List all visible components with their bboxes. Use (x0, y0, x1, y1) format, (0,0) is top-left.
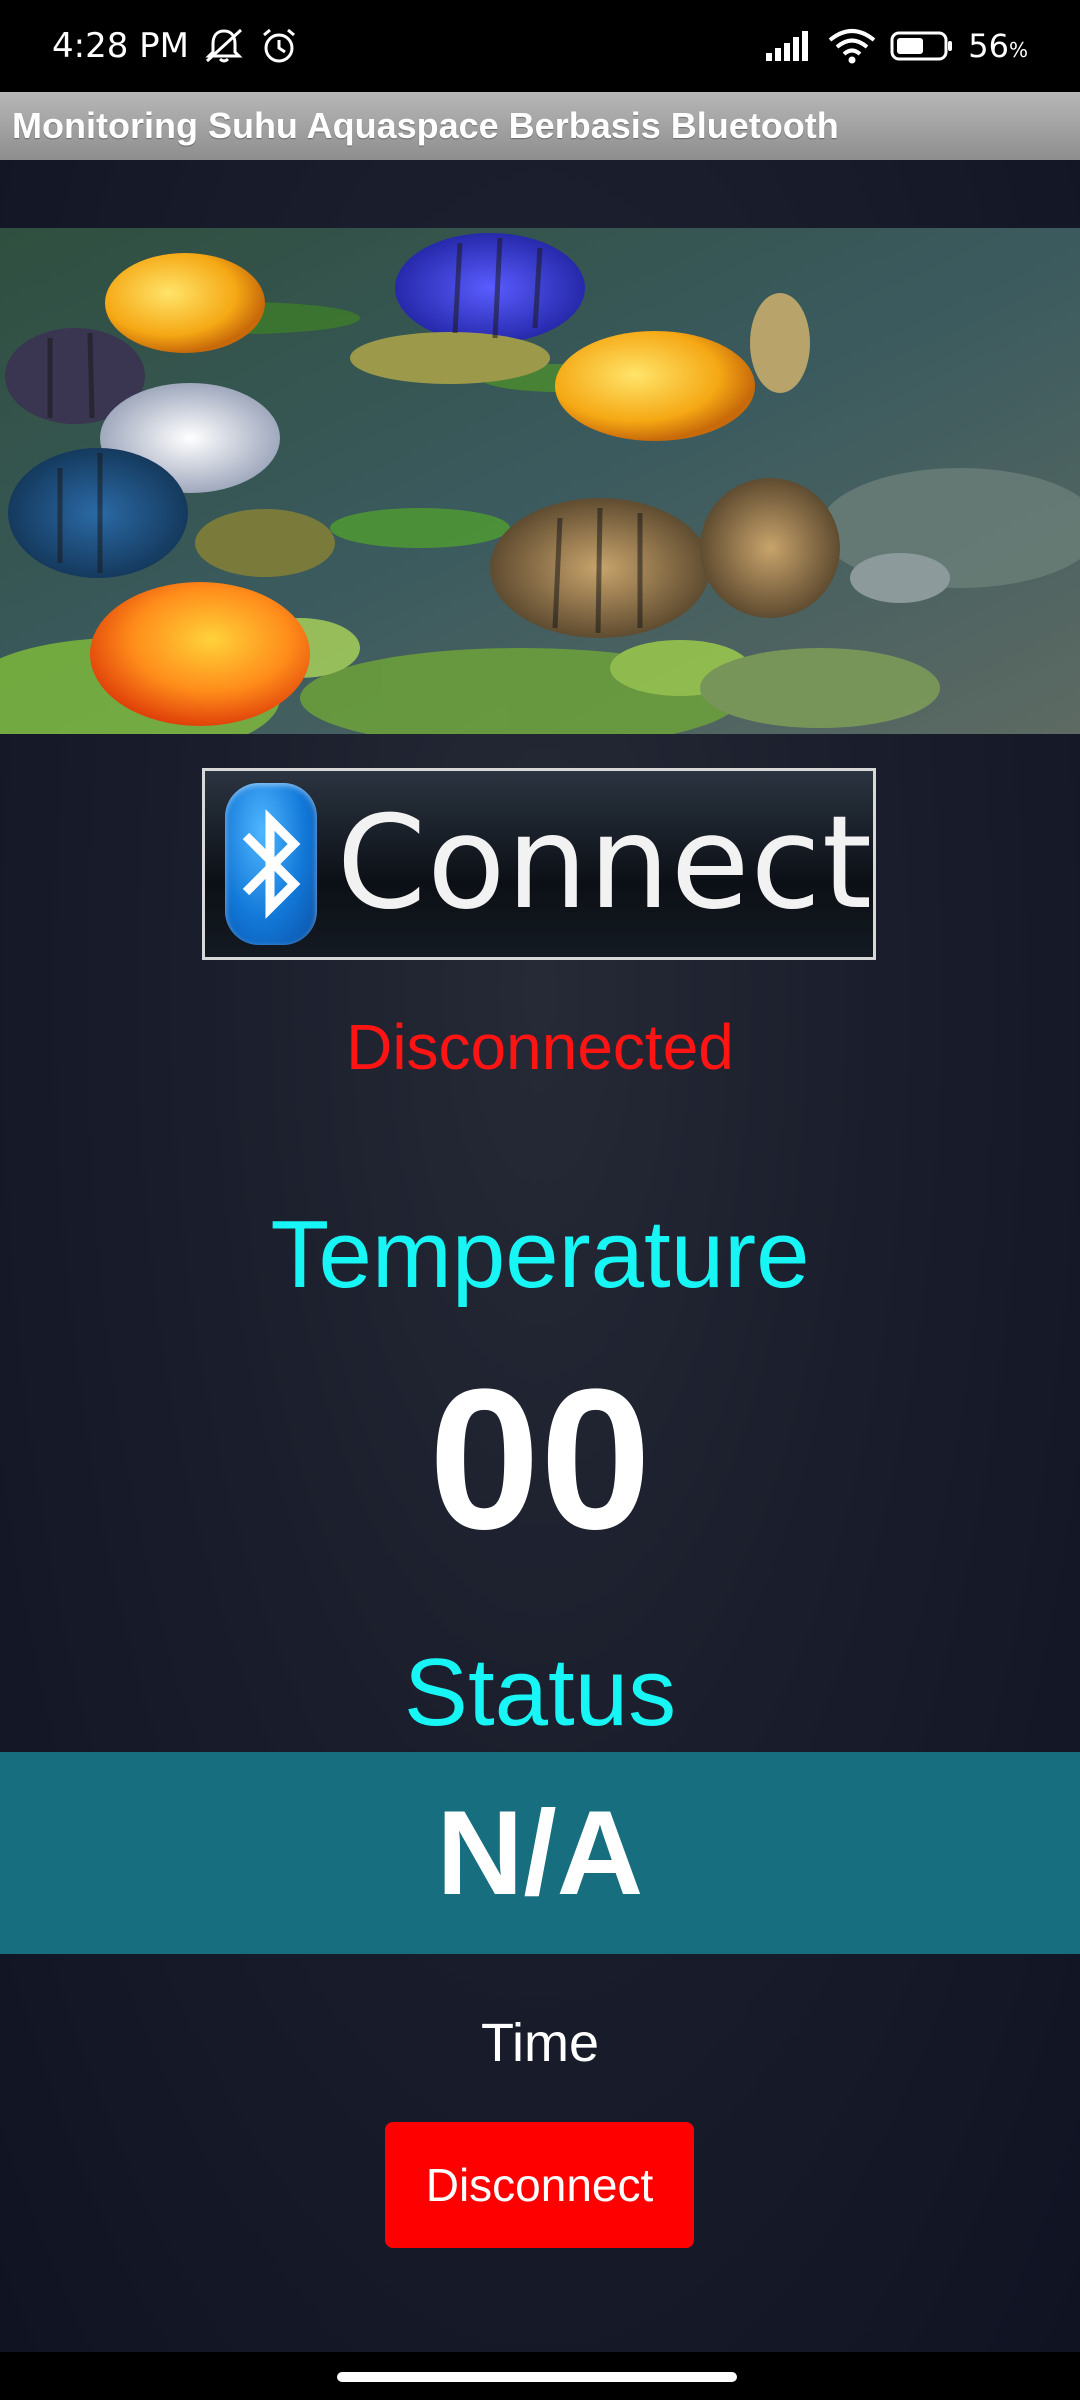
home-indicator[interactable] (337, 2372, 737, 2382)
signal-icon (764, 29, 814, 63)
status-band: N/A (0, 1752, 1080, 1954)
status-label: Status (403, 1639, 677, 1746)
alarm-icon (259, 26, 299, 66)
connect-button-label: Connect (336, 789, 873, 938)
status-bar: 4:28 PM 56% (0, 0, 1080, 92)
app-title: Monitoring Suhu Aquaspace Berbasis Bluet… (12, 105, 839, 146)
connect-button[interactable]: Connect (202, 768, 876, 960)
status-time: 4:28 PM (52, 26, 189, 66)
battery-percent: 56% (968, 27, 1028, 65)
navigation-bar (0, 2352, 1080, 2400)
app-screen: Connect Disconnected Temperature 00 Stat… (0, 160, 1080, 2352)
wifi-icon (828, 28, 876, 64)
battery-icon (890, 29, 954, 63)
connection-status-text: Disconnected (346, 1011, 734, 1083)
status-bar-right: 56% (764, 27, 1028, 65)
aquarium-fish-image (0, 228, 1080, 734)
status-bar-left: 4:28 PM (52, 26, 299, 66)
app-title-bar: Monitoring Suhu Aquaspace Berbasis Bluet… (0, 92, 1080, 160)
temperature-value: 00 (428, 1348, 652, 1571)
status-value: N/A (436, 1786, 644, 1920)
temperature-label: Temperature (270, 1201, 810, 1308)
mute-icon (203, 27, 245, 65)
time-label: Time (481, 2013, 599, 2073)
disconnect-button-label: Disconnect (425, 2159, 654, 2211)
battery-unit: % (1008, 38, 1028, 62)
bluetooth-icon (225, 783, 317, 945)
disconnect-button[interactable]: Disconnect (385, 2122, 694, 2248)
